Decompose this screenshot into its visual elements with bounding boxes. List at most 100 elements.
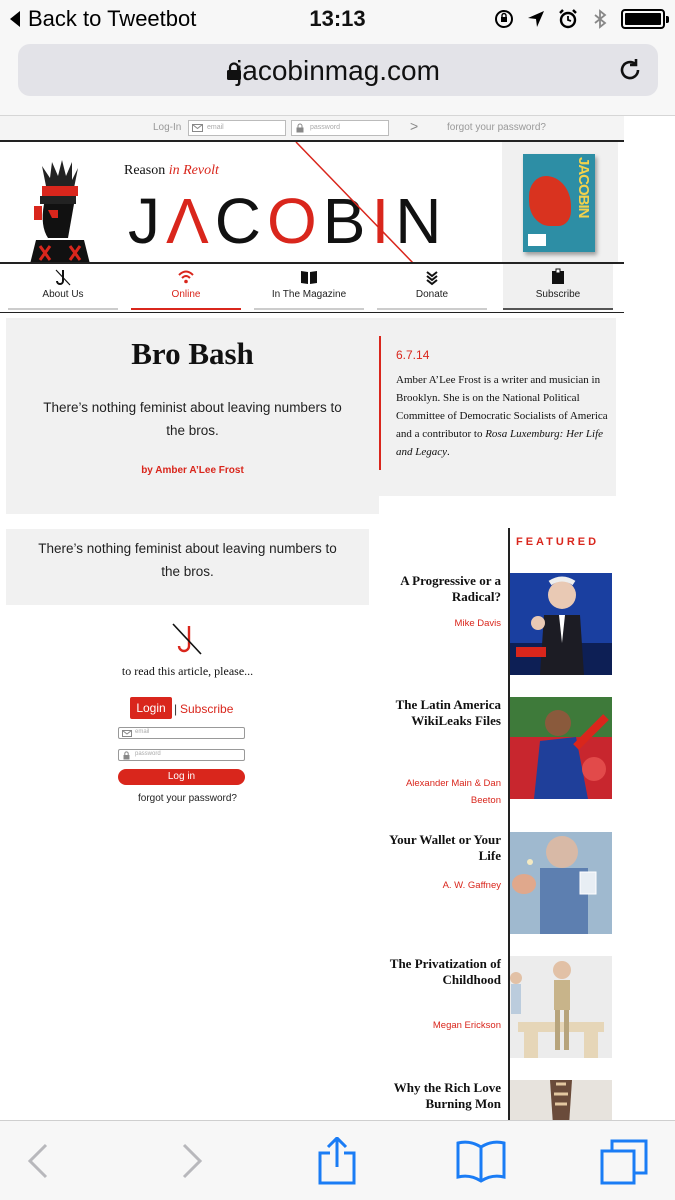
reload-icon[interactable] bbox=[616, 56, 644, 84]
padlock-icon bbox=[296, 123, 304, 133]
featured-heading: FEATURED bbox=[516, 536, 600, 548]
featured-title[interactable]: Your Wallet or Your Life bbox=[381, 832, 501, 864]
cover-masthead: JACOBIN bbox=[575, 157, 592, 218]
nav-in-the-magazine[interactable]: In The Magazine bbox=[254, 264, 364, 310]
logo-letter-a: Λ bbox=[166, 185, 215, 257]
article-date: 6.7.14 bbox=[396, 348, 430, 362]
paywall-password-field[interactable]: password bbox=[118, 749, 245, 761]
cover-illustration bbox=[529, 176, 571, 226]
envelope-icon bbox=[122, 730, 132, 737]
nav-subscribe-label: Subscribe bbox=[535, 289, 581, 300]
featured-author[interactable]: A. W. Gaffney bbox=[381, 877, 501, 894]
subscribe-icon bbox=[552, 268, 564, 284]
header-rule-bottom bbox=[0, 312, 624, 313]
featured-item[interactable]: The Privatization of Childhood Megan Eri… bbox=[384, 956, 612, 1060]
featured-author[interactable]: Mike Davis bbox=[381, 615, 501, 632]
nav-donate-label: Donate bbox=[415, 289, 449, 300]
paywall-forgot-password-link[interactable]: forgot your password? bbox=[6, 793, 369, 804]
status-bar: Back to Tweetbot 13:13 bbox=[0, 0, 675, 38]
share-icon[interactable] bbox=[312, 1137, 362, 1187]
address-bar[interactable]: jacobinmag.com bbox=[18, 44, 658, 96]
forward-arrow-icon[interactable] bbox=[168, 1137, 218, 1187]
padlock-icon bbox=[123, 751, 130, 760]
logo-slash-decoration bbox=[295, 142, 415, 264]
location-icon bbox=[528, 11, 544, 27]
featured-author[interactable]: Megan Erickson bbox=[381, 1017, 501, 1034]
jacobin-mark-icon bbox=[172, 623, 202, 655]
tagline: Reason in Revolt bbox=[124, 163, 219, 179]
rotation-lock-icon bbox=[495, 10, 513, 28]
bookmarks-icon[interactable] bbox=[456, 1137, 506, 1187]
nav-online[interactable]: Online bbox=[131, 264, 241, 310]
author-bio: Amber A’Lee Frost is a writer and musici… bbox=[396, 371, 612, 461]
article-pull-dek: There’s nothing feminist about leaving n… bbox=[6, 529, 369, 605]
featured-title[interactable]: The Privatization of Childhood bbox=[381, 956, 501, 988]
strip-email-placeholder: email bbox=[207, 124, 224, 131]
tagline-plain: Reason bbox=[124, 163, 169, 178]
nav-online-label: Online bbox=[171, 289, 201, 300]
book-icon bbox=[301, 271, 317, 284]
nav-about-us[interactable]: About Us bbox=[8, 264, 118, 310]
paywall-subscribe-link[interactable]: Subscribe bbox=[180, 702, 233, 716]
paywall-separator: | bbox=[174, 702, 178, 716]
url-text: jacobinmag.com bbox=[236, 55, 440, 86]
logo-letter-j: J bbox=[128, 185, 166, 257]
author-bio-end: . bbox=[447, 446, 450, 458]
paywall-login-button[interactable]: Login bbox=[130, 697, 172, 719]
featured-item[interactable]: A Progressive or a Radical? Mike Davis bbox=[384, 573, 612, 677]
nav-in-the-magazine-label: In The Magazine bbox=[271, 289, 347, 300]
paywall-password-placeholder: password bbox=[135, 751, 161, 757]
paywall-prompt: to read this article, please... bbox=[121, 664, 254, 678]
warrior-logo-icon bbox=[30, 160, 90, 264]
donate-icon bbox=[426, 271, 438, 286]
wifi-icon bbox=[178, 270, 194, 284]
featured-title[interactable]: A Progressive or a Radical? bbox=[381, 573, 501, 605]
featured-thumbnail[interactable] bbox=[510, 832, 612, 934]
magazine-cover-image[interactable]: JACOBIN bbox=[523, 154, 595, 252]
featured-title[interactable]: The Latin America WikiLeaks Files bbox=[381, 697, 501, 729]
logo-letter-c: C bbox=[214, 185, 267, 257]
status-icons bbox=[493, 8, 669, 30]
strip-email-field[interactable]: email bbox=[188, 120, 286, 136]
nav-subscribe[interactable]: Subscribe bbox=[503, 264, 613, 310]
strip-password-placeholder: password bbox=[310, 124, 340, 131]
paywall: to read this article, please... Login | … bbox=[6, 616, 369, 816]
web-page: Log-In email password > forgot your pass… bbox=[0, 116, 675, 1120]
featured-thumbnail[interactable] bbox=[510, 697, 612, 799]
paywall-email-placeholder: email bbox=[135, 729, 150, 735]
bluetooth-icon bbox=[594, 9, 607, 29]
article-header: Bro Bash There’s nothing feminist about … bbox=[6, 318, 379, 514]
main-nav: About Us Online In The Magazine Donate S… bbox=[0, 264, 624, 312]
browser-address-area: jacobinmag.com bbox=[0, 38, 675, 116]
browser-toolbar bbox=[0, 1120, 675, 1200]
author-bio-panel: 6.7.14 Amber A’Lee Frost is a writer and… bbox=[379, 318, 616, 496]
login-strip: Log-In email password > forgot your pass… bbox=[0, 116, 624, 140]
battery-icon bbox=[621, 9, 669, 29]
login-strip-label: Log-In bbox=[153, 122, 182, 133]
article-dek: There’s nothing feminist about leaving n… bbox=[43, 400, 342, 438]
featured-item[interactable]: Why the Rich Love Burning Mon bbox=[384, 1080, 612, 1120]
jacobin-mark-icon bbox=[55, 269, 71, 286]
nav-about-us-label: About Us bbox=[42, 289, 84, 300]
featured-author[interactable]: Alexander Main & Dan Beeton bbox=[381, 775, 501, 809]
article-byline[interactable]: by Amber A’Lee Frost bbox=[6, 465, 379, 476]
featured-title[interactable]: Why the Rich Love Burning Mon bbox=[381, 1080, 501, 1112]
paywall-email-field[interactable]: email bbox=[118, 727, 245, 739]
featured-thumbnail[interactable] bbox=[510, 956, 612, 1058]
back-arrow-icon[interactable] bbox=[18, 1137, 68, 1187]
tabs-icon[interactable] bbox=[600, 1137, 650, 1187]
featured-thumbnail[interactable] bbox=[510, 573, 612, 675]
featured-thumbnail[interactable] bbox=[510, 1080, 612, 1120]
alarm-icon bbox=[559, 9, 577, 29]
strip-forgot-password-link[interactable]: forgot your password? bbox=[447, 122, 546, 133]
nav-donate[interactable]: Donate bbox=[377, 264, 487, 310]
featured-item[interactable]: The Latin America WikiLeaks Files Alexan… bbox=[381, 697, 612, 806]
featured-item[interactable]: Your Wallet or Your Life A. W. Gaffney bbox=[384, 832, 612, 936]
strip-submit-button[interactable]: > bbox=[410, 118, 418, 134]
paywall-submit-button[interactable]: Log in bbox=[118, 769, 245, 785]
envelope-icon bbox=[192, 124, 203, 132]
masthead: Reason in Revolt JΛCOBIN JACOBIN bbox=[0, 142, 624, 264]
strip-password-field[interactable]: password bbox=[291, 120, 389, 136]
bio-accent-rule bbox=[379, 336, 381, 470]
cover-barcode bbox=[528, 234, 546, 246]
